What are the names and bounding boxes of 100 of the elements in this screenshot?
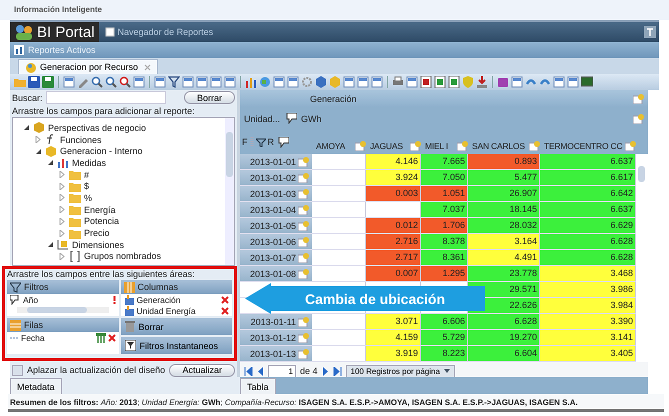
row-header[interactable]: 2013-01-06 bbox=[240, 234, 312, 249]
column-field[interactable]: Unidad Energía bbox=[136, 306, 219, 316]
page-icon[interactable] bbox=[298, 332, 309, 342]
page-icon[interactable] bbox=[298, 204, 309, 214]
book-icon[interactable] bbox=[497, 76, 509, 88]
tree-item[interactable]: Energía bbox=[84, 204, 116, 215]
panel-tab[interactable]: Tabla bbox=[240, 378, 276, 394]
column-header[interactable]: JAGUAS bbox=[368, 138, 423, 154]
save-icon[interactable] bbox=[42, 76, 54, 88]
expand-icon[interactable] bbox=[59, 182, 66, 190]
pin-icon[interactable] bbox=[644, 26, 656, 38]
scrollbar[interactable] bbox=[225, 118, 234, 265]
filter-field[interactable]: Año bbox=[23, 294, 110, 304]
row-header[interactable]: 2013-01-01 bbox=[240, 154, 312, 169]
column-field[interactable]: Generación bbox=[136, 294, 219, 304]
page-size-dropdown[interactable]: 100 Registros por página bbox=[346, 364, 455, 378]
page-icon[interactable] bbox=[298, 348, 309, 358]
expand-icon[interactable] bbox=[59, 230, 66, 237]
printer-icon[interactable] bbox=[392, 76, 404, 88]
page-icon[interactable] bbox=[298, 268, 309, 278]
next-page-icon[interactable] bbox=[322, 366, 329, 376]
page-icon[interactable] bbox=[625, 141, 636, 151]
page-icon[interactable] bbox=[298, 316, 309, 326]
tree-item[interactable]: Medidas bbox=[72, 158, 106, 168]
page-icon[interactable] bbox=[298, 188, 309, 198]
column-header[interactable]: AMOYA bbox=[314, 138, 368, 154]
save-icon[interactable] bbox=[28, 76, 40, 88]
clear-button[interactable]: Borrar bbox=[184, 91, 235, 104]
tree-item[interactable]: Precio bbox=[84, 228, 110, 238]
close-icon[interactable] bbox=[144, 64, 152, 70]
expand-icon[interactable] bbox=[59, 218, 66, 225]
remove-icon[interactable] bbox=[221, 296, 229, 304]
tree-item[interactable]: Grupos nombrados bbox=[84, 251, 162, 262]
zoom-out-icon[interactable] bbox=[105, 76, 117, 88]
column-header[interactable]: TERMOCENTRO CC bbox=[542, 138, 638, 154]
hierarchy-icon[interactable] bbox=[96, 332, 106, 342]
tree-item[interactable]: Perspectivas de negocio bbox=[48, 122, 146, 133]
excel-icon[interactable] bbox=[448, 76, 460, 88]
row-header[interactable]: 2013-01-04 bbox=[240, 202, 312, 217]
collapse-icon[interactable] bbox=[47, 159, 54, 166]
bar-chart-icon[interactable] bbox=[245, 76, 257, 88]
expand-icon[interactable] bbox=[35, 136, 42, 144]
tree-item[interactable]: Funciones bbox=[60, 134, 102, 145]
pdf-icon[interactable] bbox=[420, 76, 432, 88]
page-icon[interactable] bbox=[529, 141, 540, 151]
excel-icon[interactable] bbox=[434, 76, 446, 88]
row-header[interactable]: 2013-01-05 bbox=[240, 218, 312, 233]
first-page-icon[interactable] bbox=[244, 366, 253, 376]
expand-icon[interactable] bbox=[59, 171, 66, 178]
panel-tab[interactable]: Metadata bbox=[10, 378, 62, 394]
navigator-tab[interactable]: Navegador de Reportes bbox=[98, 26, 220, 38]
page-icon[interactable] bbox=[457, 141, 468, 151]
column-header[interactable]: MIEL I bbox=[423, 138, 470, 154]
report-tab[interactable]: Generacion por Recurso bbox=[18, 59, 158, 74]
instant-filters-button[interactable]: Filtros Instantaneos bbox=[120, 337, 232, 354]
tree-item[interactable]: Generacion - Interno bbox=[60, 146, 143, 156]
tree-item[interactable]: # bbox=[84, 170, 90, 180]
page-icon[interactable] bbox=[633, 114, 644, 124]
update-button[interactable]: Actualizar bbox=[169, 364, 235, 376]
collapse-icon[interactable] bbox=[35, 148, 42, 155]
row-header[interactable]: 2013-01-07 bbox=[240, 250, 312, 265]
expand-icon[interactable] bbox=[59, 252, 66, 260]
scrollbar[interactable] bbox=[17, 307, 108, 313]
defer-checkbox[interactable] bbox=[12, 364, 23, 376]
clear-areas-button[interactable]: Borrar bbox=[120, 318, 232, 335]
page-icon[interactable] bbox=[633, 94, 644, 104]
row-header[interactable]: 2013-01-12 bbox=[240, 330, 312, 345]
column-header[interactable]: SAN CARLOS bbox=[470, 138, 542, 154]
page-icon[interactable] bbox=[298, 252, 309, 262]
page-icon[interactable] bbox=[355, 141, 366, 151]
row-header[interactable]: 2013-01-13 bbox=[240, 346, 312, 361]
row-header[interactable]: 2013-01-02 bbox=[240, 170, 312, 185]
page-icon[interactable] bbox=[410, 141, 421, 151]
collapse-icon[interactable] bbox=[47, 241, 54, 248]
last-page-icon[interactable] bbox=[332, 366, 342, 376]
remove-icon[interactable] bbox=[221, 306, 229, 314]
row-header[interactable]: 2013-01-11 bbox=[240, 314, 312, 329]
remove-icon[interactable] bbox=[108, 334, 116, 342]
tree-item[interactable]: Dimensiones bbox=[72, 240, 124, 250]
tree-item[interactable]: % bbox=[84, 192, 92, 203]
collapse-icon[interactable] bbox=[23, 124, 30, 132]
row-header[interactable]: 2013-01-03 bbox=[240, 186, 312, 201]
monitor-icon[interactable] bbox=[581, 76, 593, 88]
tree-item[interactable]: $ bbox=[84, 181, 90, 192]
globe-icon[interactable] bbox=[259, 76, 271, 88]
download-icon[interactable] bbox=[476, 76, 488, 88]
zoom-in-icon[interactable] bbox=[91, 76, 103, 88]
row-field[interactable]: Fecha bbox=[21, 332, 94, 342]
row-header[interactable]: 2013-01-08 bbox=[240, 266, 312, 281]
search-field[interactable] bbox=[46, 91, 166, 104]
tree-item[interactable]: Potencia bbox=[84, 216, 120, 226]
expand-icon[interactable] bbox=[59, 194, 66, 202]
page-icon[interactable] bbox=[298, 220, 309, 230]
previous-page-icon[interactable] bbox=[257, 366, 264, 376]
magnifier-icon[interactable] bbox=[119, 76, 131, 88]
page-icon[interactable] bbox=[298, 172, 309, 182]
page-icon[interactable] bbox=[298, 156, 309, 166]
page-icon[interactable] bbox=[298, 236, 309, 246]
page-field[interactable]: 1 bbox=[268, 364, 296, 378]
expand-icon[interactable] bbox=[59, 206, 66, 214]
